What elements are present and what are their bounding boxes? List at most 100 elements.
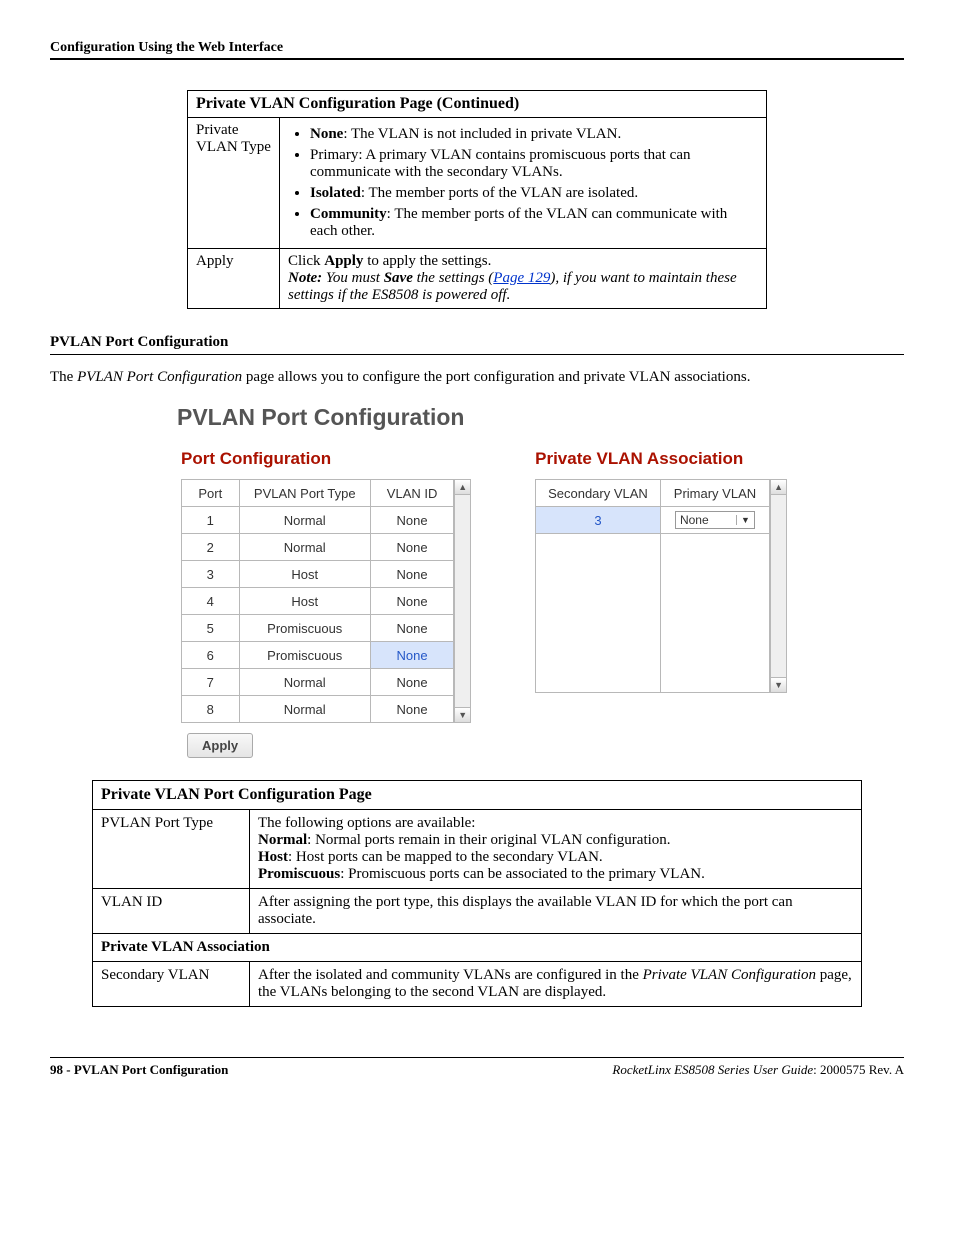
vlanid-cell[interactable]: None xyxy=(370,507,453,534)
t2-r2-text: After assigning the port type, this disp… xyxy=(250,889,862,934)
pvlan-type-cell[interactable]: Normal xyxy=(239,534,370,561)
scroll-up-icon[interactable]: ▲ xyxy=(455,480,470,495)
note-mid1: You must xyxy=(322,270,384,286)
table-row: 3HostNone xyxy=(182,561,454,588)
table1-title: Private VLAN Configuration Page (Continu… xyxy=(188,91,767,118)
scroll-down-icon[interactable]: ▼ xyxy=(455,707,470,722)
pvlan-type-cell[interactable]: Host xyxy=(239,561,370,588)
ss-title: PVLAN Port Configuration xyxy=(177,404,787,431)
port-config-table: Port PVLAN Port Type VLAN ID 1NormalNone… xyxy=(181,479,454,723)
vlanid-cell[interactable]: None xyxy=(370,669,453,696)
table-row: 7NormalNone xyxy=(182,669,454,696)
table1-row1-content: None: The VLAN is not included in privat… xyxy=(280,118,767,249)
page-footer: 98 - PVLAN Port Configuration RocketLinx… xyxy=(50,1057,904,1078)
footer-right: RocketLinx ES8508 Series User Guide: 200… xyxy=(612,1062,904,1078)
scroll-track[interactable] xyxy=(771,495,786,677)
t2-r3-span: Private VLAN Association xyxy=(93,934,862,962)
pvlan-type-cell[interactable]: Normal xyxy=(239,669,370,696)
table1-row1-label: Private VLAN Type xyxy=(188,118,280,249)
pvlan-type-cell[interactable]: Promiscuous xyxy=(239,642,370,669)
intro-paragraph: The PVLAN Port Configuration page allows… xyxy=(50,369,904,386)
scroll-down-icon[interactable]: ▼ xyxy=(771,677,786,692)
vlanid-cell-selected[interactable]: None xyxy=(370,642,453,669)
table2-title: Private VLAN Port Configuration Page xyxy=(93,781,862,810)
pvlan-type-cell[interactable]: Normal xyxy=(239,696,370,723)
pvlan-type-cell[interactable]: Promiscuous xyxy=(239,615,370,642)
apply-line-a: Click xyxy=(288,253,324,269)
scrollbar-right[interactable]: ▲ ▼ xyxy=(770,479,787,693)
t2-r4-a: After the isolated and community VLANs a… xyxy=(258,967,643,983)
apply-line-c: to apply the settings. xyxy=(363,253,491,269)
primary-item: Primary: A primary VLAN contains promisc… xyxy=(310,147,758,181)
t2-normal-b: Normal xyxy=(258,832,307,848)
t2-prom-t: : Promiscuous ports can be associated to… xyxy=(340,866,705,882)
vlanid-cell[interactable]: None xyxy=(370,696,453,723)
para-part-b: page allows you to configure the port co… xyxy=(242,369,750,385)
port-config-heading: Port Configuration xyxy=(181,449,471,469)
none-text: : The VLAN is not included in private VL… xyxy=(343,126,621,142)
apply-line-b: Apply xyxy=(324,253,363,269)
t2-prom-b: Promiscuous xyxy=(258,866,340,882)
port-config-panel: Port Configuration Port PVLAN Port Type … xyxy=(167,449,471,758)
para-part-italic: PVLAN Port Configuration xyxy=(77,369,242,385)
pvlan-port-config-desc-table: Private VLAN Port Configuration Page PVL… xyxy=(92,780,862,1007)
para-part-a: The xyxy=(50,369,77,385)
page-link[interactable]: Page 129 xyxy=(493,270,550,286)
col-secondary-vlan: Secondary VLAN xyxy=(536,480,661,507)
table-row: 1NormalNone xyxy=(182,507,454,534)
scrollbar-left[interactable]: ▲ ▼ xyxy=(454,479,471,723)
t2-normal-t: : Normal ports remain in their original … xyxy=(307,832,670,848)
table-row: 8NormalNone xyxy=(182,696,454,723)
note-bold2: Save xyxy=(384,270,413,286)
vlanid-cell[interactable]: None xyxy=(370,588,453,615)
table-row: 6PromiscuousNone xyxy=(182,642,454,669)
t2-r2-label: VLAN ID xyxy=(93,889,250,934)
apply-button[interactable]: Apply xyxy=(187,733,253,758)
col-vlanid: VLAN ID xyxy=(370,480,453,507)
table-row: 3 None ▼ xyxy=(536,507,770,534)
pvlan-config-continued-table: Private VLAN Configuration Page (Continu… xyxy=(187,90,767,309)
primary-vlan-select[interactable]: None ▼ xyxy=(675,511,755,529)
t2-r1-label: PVLAN Port Type xyxy=(93,810,250,889)
col-port: Port xyxy=(182,480,240,507)
table1-row2-content: Click Apply to apply the settings. Note:… xyxy=(280,249,767,309)
isolated-bold: Isolated xyxy=(310,185,361,201)
t2-host-b: Host xyxy=(258,849,288,865)
primary-vlan-cell[interactable]: None ▼ xyxy=(660,507,769,534)
pvlan-type-cell[interactable]: Normal xyxy=(239,507,370,534)
table1-row2-label: Apply xyxy=(188,249,280,309)
scroll-track[interactable] xyxy=(455,495,470,707)
table-row: 2NormalNone xyxy=(182,534,454,561)
table-row: 5PromiscuousNone xyxy=(182,615,454,642)
vlanid-cell[interactable]: None xyxy=(370,615,453,642)
vlanid-cell[interactable]: None xyxy=(370,534,453,561)
t2-r1-intro: The following options are available: xyxy=(258,815,853,832)
secondary-vlan-cell[interactable]: 3 xyxy=(536,507,661,534)
footer-left: 98 - PVLAN Port Configuration xyxy=(50,1062,228,1078)
t2-association-heading: Private VLAN Association xyxy=(101,939,270,955)
association-panel: Private VLAN Association Secondary VLAN … xyxy=(521,449,787,693)
select-value: None xyxy=(680,513,709,527)
col-pvlan-type: PVLAN Port Type xyxy=(239,480,370,507)
pvlan-type-cell[interactable]: Host xyxy=(239,588,370,615)
vlanid-cell[interactable]: None xyxy=(370,561,453,588)
t2-host-t: : Host ports can be mapped to the second… xyxy=(288,849,603,865)
t2-r4-text: After the isolated and community VLANs a… xyxy=(250,962,862,1007)
t2-r4-label: Secondary VLAN xyxy=(93,962,250,1007)
none-bold: None xyxy=(310,126,343,142)
chevron-down-icon[interactable]: ▼ xyxy=(736,515,750,525)
footer-rev: : 2000575 Rev. A xyxy=(813,1062,904,1077)
association-table: Secondary VLAN Primary VLAN 3 None ▼ xyxy=(535,479,770,693)
isolated-text: : The member ports of the VLAN are isola… xyxy=(361,185,638,201)
t2-r4-i: Private VLAN Configuration xyxy=(643,967,816,983)
ui-screenshot: PVLAN Port Configuration Port Configurat… xyxy=(167,404,787,758)
scroll-up-icon[interactable]: ▲ xyxy=(771,480,786,495)
community-bold: Community xyxy=(310,206,387,222)
page-header: Configuration Using the Web Interface xyxy=(50,40,904,60)
note-bold1: Note: xyxy=(288,270,322,286)
t2-r1-content: The following options are available: Nor… xyxy=(250,810,862,889)
note-mid2: the settings ( xyxy=(413,270,493,286)
col-primary-vlan: Primary VLAN xyxy=(660,480,769,507)
association-heading: Private VLAN Association xyxy=(535,449,787,469)
pvlan-port-config-heading: PVLAN Port Configuration xyxy=(50,334,904,355)
